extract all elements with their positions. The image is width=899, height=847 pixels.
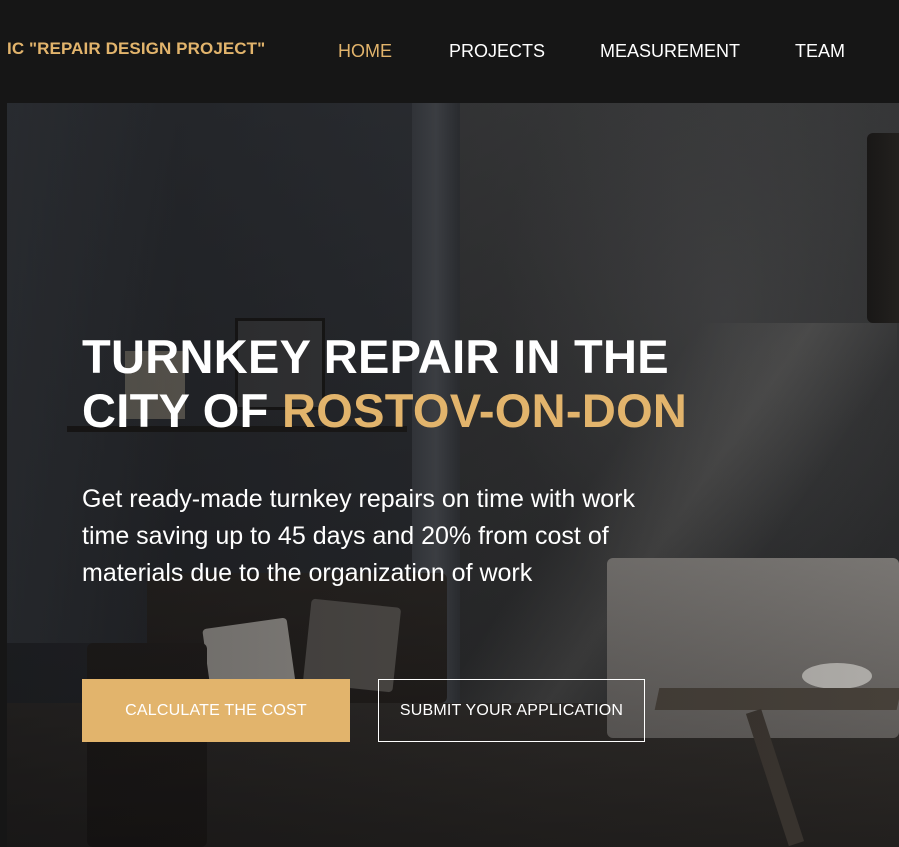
nav-home[interactable]: HOME: [338, 41, 392, 62]
calculate-cost-button[interactable]: CALCULATE THE COST: [82, 679, 350, 742]
site-logo[interactable]: IC "REPAIR DESIGN PROJECT": [7, 39, 265, 59]
nav-projects[interactable]: PROJECTS: [449, 41, 545, 62]
submit-application-button[interactable]: SUBMIT YOUR APPLICATION: [378, 679, 645, 742]
nav-team[interactable]: TEAM: [795, 41, 845, 62]
nav-measurement[interactable]: MEASUREMENT: [600, 41, 740, 62]
hero-title-city: ROSTOV-ON-DON: [282, 384, 688, 437]
site-header: IC "REPAIR DESIGN PROJECT" HOME PROJECTS…: [0, 0, 899, 103]
hero-title: TURNKEY REPAIR IN THE CITY OF ROSTOV-ON-…: [82, 330, 782, 438]
hero-title-line2: CITY OF: [82, 384, 282, 437]
hero-title-line1: TURNKEY REPAIR IN THE: [82, 330, 669, 383]
hero-description: Get ready-made turnkey repairs on time w…: [82, 485, 635, 587]
